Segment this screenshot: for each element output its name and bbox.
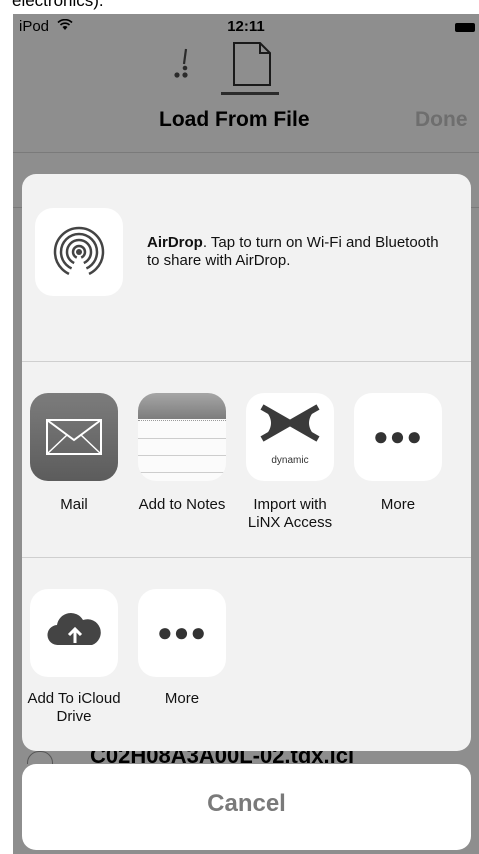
airdrop-description: AirDrop. Tap to turn on Wi-Fi and Blueto… [147, 234, 447, 270]
cropped-caption-text: electronics). [12, 0, 104, 10]
status-time: 12:11 [227, 18, 265, 35]
navigation-bar: Load From File Done [13, 40, 479, 156]
battery-icon [455, 23, 475, 32]
airdrop-title: AirDrop [147, 234, 203, 251]
share-app-label: Add to Notes [138, 496, 226, 513]
device-screen: iPod 12:11 Load From File Done AirDrop. … [13, 14, 479, 854]
mail-icon [30, 393, 118, 481]
linx-dynamic-icon: dynamic [246, 393, 334, 481]
cropped-caption: electronics). [0, 0, 479, 14]
icloud-upload-icon [30, 589, 118, 677]
document-icon[interactable] [230, 41, 274, 87]
page-title: Load From File [159, 108, 310, 131]
background-file-name: C02H08A3A00L-02.tdx.lci [90, 751, 355, 764]
notes-icon [138, 393, 226, 481]
share-apps-row: Mail Add to Notes dynamic Import with Li… [22, 362, 471, 558]
airdrop-button[interactable] [35, 208, 123, 296]
file-select-circle [27, 751, 53, 764]
cancel-button[interactable]: Cancel [22, 764, 471, 850]
share-app-label: More [380, 496, 416, 513]
share-actions-row: Add To iCloud Drive ●●● More [22, 558, 471, 751]
wheelchair-icon[interactable] [171, 46, 195, 78]
background-divider [13, 152, 479, 153]
action-label: More [164, 690, 200, 707]
more-icon: ●●● [138, 589, 226, 677]
done-button[interactable]: Done [415, 108, 468, 132]
status-bar: iPod 12:11 [13, 14, 479, 40]
selected-tab-indicator [221, 92, 279, 95]
dynamic-brand-text: dynamic [271, 455, 309, 466]
share-app-label: Mail [60, 496, 88, 513]
share-app-label: Import with LiNX Access [247, 496, 333, 531]
more-icon: ●●● [354, 393, 442, 481]
action-label: Add To iCloud Drive [27, 690, 121, 725]
airdrop-section: AirDrop. Tap to turn on Wi-Fi and Blueto… [22, 174, 471, 362]
background-file-row: C02H08A3A00L-02.tdx.lci [13, 751, 479, 764]
share-sheet: AirDrop. Tap to turn on Wi-Fi and Blueto… [22, 174, 471, 751]
cancel-label: Cancel [207, 790, 286, 817]
airdrop-icon [53, 226, 105, 278]
